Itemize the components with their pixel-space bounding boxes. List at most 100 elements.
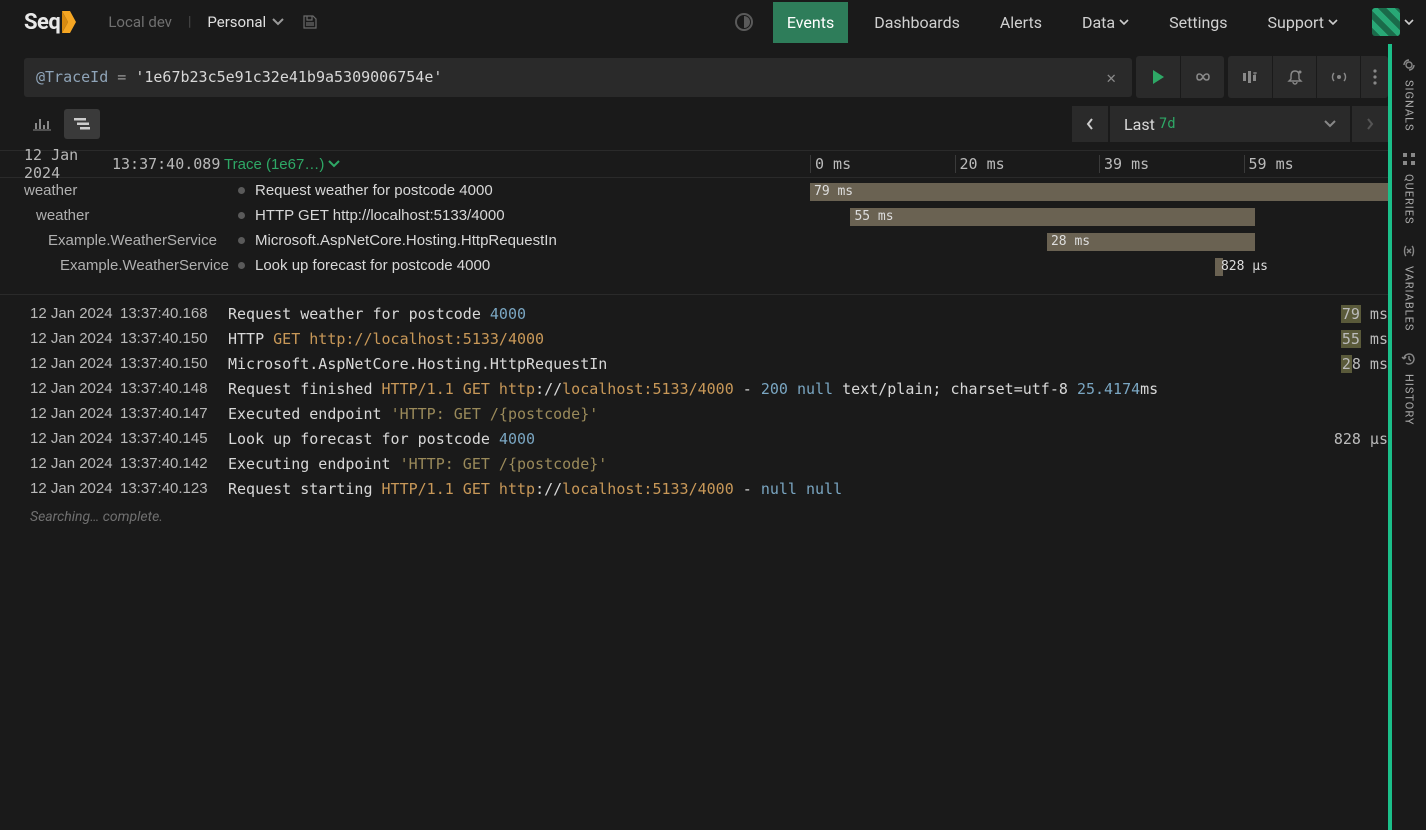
nav-events[interactable]: Events bbox=[773, 2, 848, 43]
top-nav: Seq Local dev | Personal Events Dashboar… bbox=[0, 0, 1426, 44]
rail-signals-label: SIGNALS bbox=[1403, 80, 1416, 132]
time-nav: Last 7d bbox=[1072, 106, 1388, 142]
event-time: 13:37:40.150 bbox=[120, 355, 228, 372]
event-row[interactable]: 12 Jan 202413:37:40.123Request starting … bbox=[30, 480, 1388, 505]
trace-scale: 0 ms20 ms39 ms59 ms bbox=[810, 155, 1388, 173]
span-row[interactable]: weatherRequest weather for postcode 4000… bbox=[24, 178, 1388, 203]
event-date: 12 Jan 2024 bbox=[30, 455, 120, 472]
chevron-right-icon bbox=[1366, 118, 1374, 130]
event-row[interactable]: 12 Jan 202413:37:40.150Microsoft.AspNetC… bbox=[30, 355, 1388, 380]
nav-data[interactable]: Data bbox=[1068, 2, 1143, 43]
span-bar[interactable]: 28 ms bbox=[1047, 233, 1255, 251]
event-row[interactable]: 12 Jan 202413:37:40.148Request finished … bbox=[30, 380, 1388, 405]
run-button[interactable] bbox=[1136, 56, 1180, 98]
span-duration-label: 828 µs bbox=[1221, 258, 1268, 276]
logo-mark-icon bbox=[62, 11, 76, 33]
nav-alerts[interactable]: Alerts bbox=[986, 2, 1056, 43]
span-name: Microsoft.AspNetCore.Hosting.HttpRequest… bbox=[238, 232, 810, 249]
broadcast-icon bbox=[1330, 69, 1348, 85]
nav-support[interactable]: Support bbox=[1254, 2, 1352, 43]
span-bar[interactable]: 55 ms bbox=[850, 208, 1255, 226]
chevron-down-icon bbox=[272, 18, 284, 26]
columns-icon bbox=[1242, 70, 1258, 84]
rail-queries-label: QUERIES bbox=[1403, 174, 1416, 225]
nav-dashboards[interactable]: Dashboards bbox=[860, 2, 974, 43]
trace-scale-tick: 59 ms bbox=[1244, 155, 1389, 173]
event-duration: 828 µs bbox=[1288, 430, 1388, 448]
time-range-picker[interactable]: Last 7d bbox=[1110, 106, 1350, 142]
rail-variables[interactable]: VARIABLES bbox=[1400, 242, 1418, 331]
event-date: 12 Jan 2024 bbox=[30, 305, 120, 322]
span-row[interactable]: Example.WeatherServiceMicrosoft.AspNetCo… bbox=[24, 228, 1388, 253]
span-row[interactable]: Example.WeatherServiceLook up forecast f… bbox=[24, 253, 1388, 278]
event-message: HTTP GET http://localhost:5133/4000 bbox=[228, 330, 1288, 348]
event-time: 13:37:40.145 bbox=[120, 430, 228, 447]
search-status: Searching… complete. bbox=[30, 505, 1388, 525]
logo[interactable]: Seq bbox=[24, 10, 76, 35]
alert-button[interactable] bbox=[1272, 56, 1316, 98]
query-token-var: @TraceId bbox=[36, 68, 108, 86]
avatar bbox=[1372, 8, 1400, 36]
span-service: weather bbox=[24, 182, 238, 199]
rail-queries[interactable]: QUERIES bbox=[1400, 150, 1418, 225]
query-token-str: '1e67b23c5e91c32e41b9a5309006754e' bbox=[135, 68, 442, 86]
span-row[interactable]: weatherHTTP GET http://localhost:5133/40… bbox=[24, 203, 1388, 228]
event-row[interactable]: 12 Jan 202413:37:40.142Executing endpoin… bbox=[30, 455, 1388, 480]
event-message: Look up forecast for postcode 4000 bbox=[228, 430, 1288, 448]
nav-settings[interactable]: Settings bbox=[1155, 2, 1241, 43]
trace-scale-tick: 20 ms bbox=[955, 155, 1100, 173]
event-time: 13:37:40.150 bbox=[120, 330, 228, 347]
event-row[interactable]: 12 Jan 202413:37:40.147Executed endpoint… bbox=[30, 405, 1388, 430]
nav-support-label: Support bbox=[1268, 13, 1324, 32]
time-range-value: 7d bbox=[1159, 116, 1176, 132]
span-bar-track: 828 µs bbox=[810, 256, 1388, 276]
span-name: HTTP GET http://localhost:5133/4000 bbox=[238, 207, 810, 224]
history-icon bbox=[1400, 350, 1418, 368]
span-bar[interactable]: 79 ms bbox=[810, 183, 1388, 201]
clear-query-button[interactable]: ✕ bbox=[1102, 68, 1120, 87]
trace-scale-tick: 0 ms bbox=[810, 155, 955, 173]
chevron-left-icon bbox=[1086, 118, 1094, 130]
event-message: Request weather for postcode 4000 bbox=[228, 305, 1288, 323]
separator: | bbox=[188, 14, 191, 30]
trace-view-button[interactable] bbox=[64, 109, 100, 139]
event-duration: 55 ms bbox=[1288, 330, 1388, 348]
event-row[interactable]: 12 Jan 202413:37:40.145Look up forecast … bbox=[30, 430, 1388, 455]
chevron-down-icon bbox=[1404, 19, 1414, 25]
time-next-button[interactable] bbox=[1352, 106, 1388, 142]
event-date: 12 Jan 2024 bbox=[30, 355, 120, 372]
theme-toggle[interactable] bbox=[735, 13, 753, 31]
user-menu[interactable] bbox=[1364, 8, 1414, 36]
event-time: 13:37:40.142 bbox=[120, 455, 228, 472]
event-row[interactable]: 12 Jan 202413:37:40.150HTTP GET http://l… bbox=[30, 330, 1388, 355]
span-dot-icon bbox=[238, 212, 245, 219]
query-input[interactable]: @TraceId = '1e67b23c5e91c32e41b9a5309006… bbox=[24, 58, 1132, 97]
event-message: Request finished HTTP/1.1 GET http://loc… bbox=[228, 380, 1288, 398]
event-time: 13:37:40.123 bbox=[120, 480, 228, 497]
span-dot-icon bbox=[238, 187, 245, 194]
rail-signals[interactable]: SIGNALS bbox=[1400, 56, 1418, 132]
workspace-dropdown[interactable]: Personal bbox=[207, 13, 284, 31]
broadcast-button[interactable] bbox=[1316, 56, 1360, 98]
save-icon[interactable] bbox=[302, 14, 318, 30]
event-date: 12 Jan 2024 bbox=[30, 430, 120, 447]
chart-view-button[interactable] bbox=[24, 109, 60, 139]
columns-button[interactable] bbox=[1228, 56, 1272, 98]
bar-chart-icon bbox=[33, 117, 51, 131]
signals-icon bbox=[1400, 56, 1418, 74]
time-prev-button[interactable] bbox=[1072, 106, 1108, 142]
workspace-name: Personal bbox=[207, 13, 266, 31]
trace-dropdown[interactable]: Trace (1e67…) bbox=[224, 156, 340, 173]
trace-time: 13:37:40.089 bbox=[112, 155, 224, 173]
event-message: Microsoft.AspNetCore.Hosting.HttpRequest… bbox=[228, 355, 1288, 373]
rail-history[interactable]: HISTORY bbox=[1400, 350, 1418, 425]
chevron-down-icon bbox=[1324, 120, 1336, 128]
more-button[interactable] bbox=[1360, 56, 1388, 98]
event-duration: 28 ms bbox=[1288, 355, 1388, 373]
event-date: 12 Jan 2024 bbox=[30, 380, 120, 397]
span-name: Request weather for postcode 4000 bbox=[238, 182, 810, 199]
event-row[interactable]: 12 Jan 202413:37:40.168Request weather f… bbox=[30, 305, 1388, 330]
tail-button[interactable] bbox=[1180, 56, 1224, 98]
query-text: @TraceId = '1e67b23c5e91c32e41b9a5309006… bbox=[36, 68, 1102, 86]
span-name: Look up forecast for postcode 4000 bbox=[238, 257, 810, 274]
